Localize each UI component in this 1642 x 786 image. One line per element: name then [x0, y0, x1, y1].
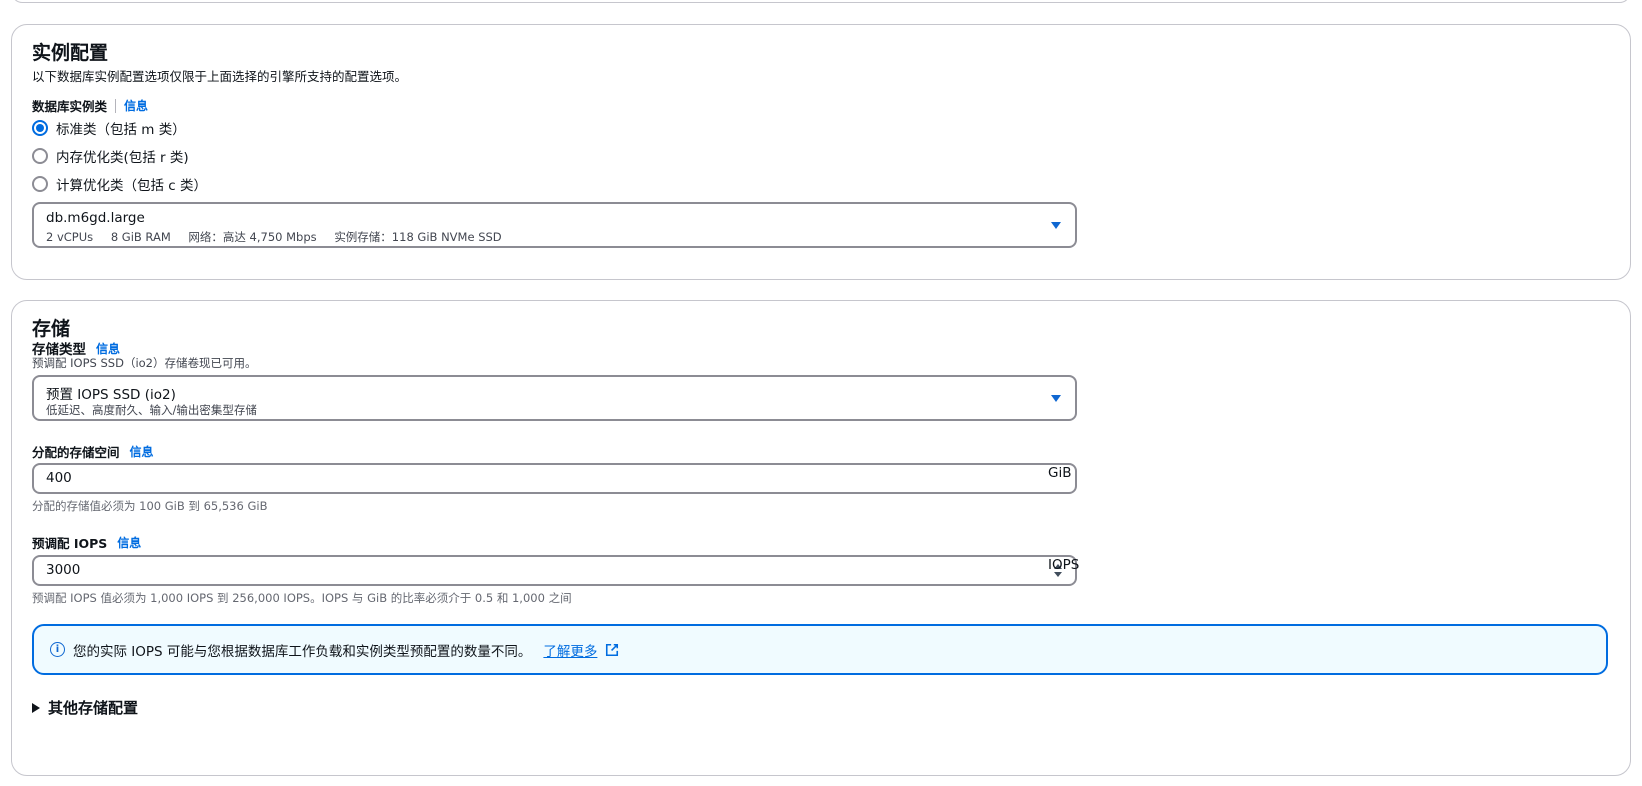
- radio-standard-class[interactable]: 标准类（包括 m 类）: [32, 118, 207, 138]
- instance-class-label-row: 数据库实例类 信息: [32, 96, 148, 115]
- instance-class-label: 数据库实例类: [32, 99, 108, 114]
- radio-memory-optimized-class[interactable]: 内存优化类(包括 r 类): [32, 146, 207, 166]
- detail-instance-storage: 实例存储：118 GiB NVMe SSD: [334, 230, 502, 244]
- provisioned-iops-label-row: 预调配 IOPS 信息: [32, 533, 141, 552]
- caret-right-icon: [32, 702, 40, 713]
- external-link-icon[interactable]: [605, 643, 619, 657]
- expander-label: 其他存储配置: [48, 699, 139, 717]
- radio-button-compute-optimized[interactable]: [32, 176, 48, 192]
- provisioned-iops-label: 预调配 IOPS: [32, 536, 108, 551]
- caret-down-icon: [1051, 222, 1061, 229]
- allocated-storage-hint: 分配的存储值必须为 100 GiB 到 65,536 GiB: [32, 499, 268, 513]
- instance-class-select-details: 2 vCPUs 8 GiB RAM 网络：高达 4,750 Mbps 实例存储：…: [46, 229, 516, 245]
- provisioned-iops-hint: 预调配 IOPS 值必须为 1,000 IOPS 到 256,000 IOPS。…: [32, 591, 572, 605]
- radio-label-standard: 标准类（包括 m 类）: [56, 122, 186, 138]
- allocated-storage-unit: GiB: [1048, 465, 1072, 481]
- storage-type-select-detail: 低延迟、高度耐久、输入/输出密集型存储: [46, 403, 257, 417]
- storage-type-select[interactable]: 预置 IOPS SSD (io2) 低延迟、高度耐久、输入/输出密集型存储: [32, 375, 1077, 421]
- instance-class-select-value: db.m6gd.large: [46, 210, 145, 226]
- allocated-storage-label: 分配的存储空间: [32, 445, 120, 460]
- radio-button-standard[interactable]: [32, 120, 48, 136]
- allocated-storage-label-row: 分配的存储空间 信息: [32, 442, 154, 461]
- instance-config-title: 实例配置: [32, 42, 109, 64]
- allocated-storage-input[interactable]: 400: [32, 463, 1077, 494]
- alert-text: 您的实际 IOPS 可能与您根据数据库工作负载和实例类型预配置的数量不同。: [73, 643, 532, 660]
- provisioned-iops-value: 3000: [46, 562, 81, 578]
- instance-class-select[interactable]: db.m6gd.large 2 vCPUs 8 GiB RAM 网络：高达 4,…: [32, 202, 1077, 248]
- provisioned-iops-input[interactable]: 3000: [32, 555, 1077, 586]
- radio-label-memory-optimized: 内存优化类(包括 r 类): [56, 150, 189, 166]
- instance-config-description: 以下数据库实例配置选项仅限于上面选择的引擎所支持的配置选项。: [32, 69, 408, 84]
- detail-network: 网络：高达 4,750 Mbps: [188, 230, 317, 244]
- iops-info-alert: i 您的实际 IOPS 可能与您根据数据库工作负载和实例类型预配置的数量不同。 …: [32, 624, 1608, 675]
- storage-panel: 存储 存储类型 信息 预调配 IOPS SSD（io2）存储卷现已可用。 预置 …: [11, 300, 1631, 776]
- caret-down-icon: [1051, 395, 1061, 402]
- detail-vcpus: 2 vCPUs: [46, 230, 94, 244]
- storage-type-select-value: 预置 IOPS SSD (io2): [46, 387, 176, 403]
- info-icon: i: [50, 642, 65, 657]
- previous-panel-edge: [11, 0, 1631, 3]
- instance-config-panel: 实例配置 以下数据库实例配置选项仅限于上面选择的引擎所支持的配置选项。 数据库实…: [11, 24, 1631, 280]
- radio-button-memory-optimized[interactable]: [32, 148, 48, 164]
- provisioned-iops-info-link[interactable]: 信息: [117, 534, 141, 551]
- label-divider: [115, 98, 117, 113]
- radio-label-compute-optimized: 计算优化类（包括 c 类）: [56, 178, 208, 194]
- additional-storage-config-expander[interactable]: 其他存储配置: [32, 697, 138, 718]
- learn-more-link[interactable]: 了解更多: [543, 640, 597, 660]
- storage-type-hint: 预调配 IOPS SSD（io2）存储卷现已可用。: [32, 356, 257, 370]
- storage-title: 存储: [32, 318, 71, 340]
- provisioned-iops-unit: IOPS: [1048, 557, 1080, 573]
- storage-type-info-link[interactable]: 信息: [96, 340, 120, 357]
- detail-ram: 8 GiB RAM: [110, 230, 171, 244]
- radio-compute-optimized-class[interactable]: 计算优化类（包括 c 类）: [32, 174, 207, 194]
- allocated-storage-info-link[interactable]: 信息: [130, 443, 154, 460]
- instance-class-radio-group: 标准类（包括 m 类） 内存优化类(包括 r 类) 计算优化类（包括 c 类）: [32, 118, 207, 194]
- instance-class-info-link[interactable]: 信息: [124, 97, 148, 114]
